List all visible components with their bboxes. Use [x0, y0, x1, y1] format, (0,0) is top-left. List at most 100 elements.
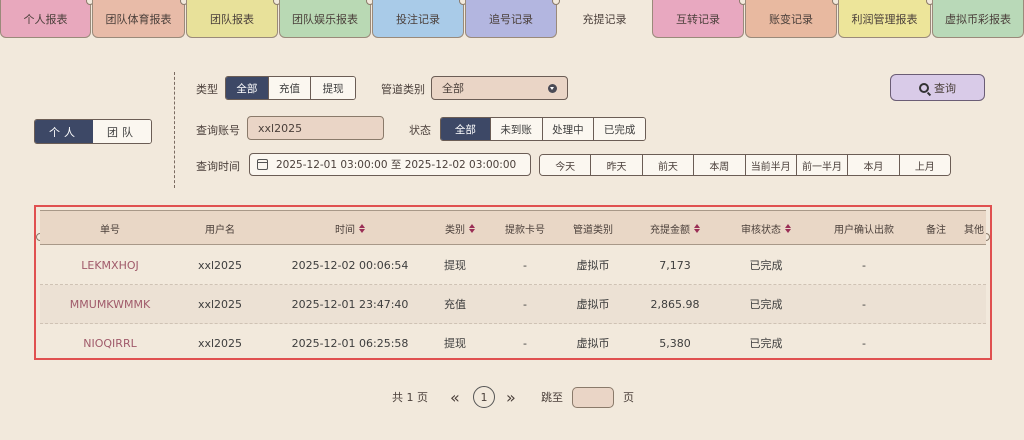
header-order-id: 单号 [100, 225, 120, 236]
cell-type: 充值 [444, 298, 466, 311]
header-other: 其他 [964, 225, 984, 236]
tab-label: 账变记录 [769, 12, 813, 26]
tab-bet-records[interactable]: 投注记录 [372, 0, 467, 38]
sort-icon [694, 224, 700, 233]
header-channel: 管道类别 [573, 225, 613, 236]
table-row: NIOQIRRL xxl2025 2025-12-01 06:25:58 提现 … [40, 324, 986, 363]
cell-order-id[interactable]: LEKMXHOJ [40, 246, 180, 284]
quick-this-month-button[interactable]: 本月 [848, 155, 900, 175]
tab-profit-management-report[interactable]: 利润管理报表 [838, 0, 934, 38]
cell-username: xxl2025 [197, 336, 243, 350]
cell-type: 提现 [444, 337, 466, 350]
tab-deposit-withdraw-records[interactable]: 充提记录 [558, 0, 651, 38]
table-row: LEKMXHOJ xxl2025 2025-12-02 00:06:54 提现 … [40, 246, 986, 285]
cell-channel: 虚拟币 [576, 259, 610, 272]
tab-crypto-lottery-report[interactable]: 虚拟币彩报表 [932, 0, 1024, 38]
quick-last-month-button[interactable]: 上月 [899, 155, 950, 175]
cell-order-id[interactable]: NIOQIRRL [40, 324, 180, 362]
cell-review-status: 已完成 [749, 259, 783, 272]
scope-personal-button[interactable]: 个人 [35, 120, 93, 143]
records-table: 单号 用户名 时间 类别 提款卡号 管道类别 充提金额 审核状态 用户确认出款 … [34, 205, 992, 360]
channel-select-value: 全部 [442, 82, 464, 95]
page-1-button[interactable]: 1 [473, 386, 495, 408]
status-completed-button[interactable]: 已完成 [594, 118, 645, 140]
header-review-status[interactable]: 审核状态 [720, 211, 812, 246]
page-suffix-label: 页 [623, 391, 634, 404]
cell-time: 2025-12-01 23:47:40 [291, 297, 409, 311]
tab-team-report[interactable]: 团队报表 [186, 0, 281, 38]
account-input[interactable]: xxl2025 [247, 116, 384, 140]
account-input-value: xxl2025 [258, 121, 303, 135]
cell-amount: 5,380 [659, 336, 691, 350]
tab-label: 团队报表 [210, 12, 254, 26]
quick-day-before-button[interactable]: 前天 [642, 155, 695, 175]
cell-type: 提现 [444, 259, 466, 272]
tab-label: 团队娱乐报表 [292, 12, 358, 26]
prev-page-icon[interactable]: « [450, 386, 460, 408]
jump-page-input[interactable] [572, 387, 614, 408]
tab-team-entertainment-report[interactable]: 团队娱乐报表 [279, 0, 374, 38]
tab-label: 充提记录 [582, 13, 627, 26]
type-segmented: 全部 充值 提现 [225, 76, 356, 100]
search-icon [919, 82, 929, 93]
query-button[interactable]: 查询 [890, 74, 985, 101]
header-user-confirm: 用户确认出款 [834, 225, 894, 236]
jump-label: 跳至 [541, 391, 563, 404]
scope-team-button[interactable]: 团队 [93, 120, 151, 143]
cell-time: 2025-12-02 00:06:54 [291, 258, 409, 272]
tab-label: 投注记录 [396, 12, 440, 26]
quick-today-button[interactable]: 今天 [540, 155, 592, 175]
status-not-arrived-button[interactable]: 未到账 [490, 118, 543, 140]
time-label: 查询时间 [196, 160, 240, 173]
cell-order-id[interactable]: MMUMKWMMK [40, 285, 180, 323]
header-card-number: 提款卡号 [505, 225, 545, 236]
type-label: 类型 [196, 83, 218, 96]
quick-this-week-button[interactable]: 本周 [694, 155, 746, 175]
scope-toggle: 个人 团队 [34, 119, 152, 144]
next-page-icon[interactable]: » [506, 386, 516, 408]
tab-transfer-records[interactable]: 互转记录 [652, 0, 747, 38]
tab-label: 利润管理报表 [851, 12, 918, 26]
cell-user-confirm: - [862, 297, 866, 311]
status-label: 状态 [409, 124, 431, 137]
tab-label: 团队体育报表 [105, 12, 172, 26]
quick-current-half-month-button[interactable]: 当前半月 [745, 155, 797, 175]
quick-previous-half-month-button[interactable]: 前一半月 [796, 155, 849, 175]
cell-amount: 7,173 [659, 258, 691, 272]
channel-select[interactable]: 全部 [431, 76, 568, 100]
header-amount[interactable]: 充提金额 [634, 211, 716, 246]
type-deposit-button[interactable]: 充值 [268, 77, 312, 99]
cell-channel: 虚拟币 [576, 337, 610, 350]
date-range-picker[interactable]: 2025-12-01 03:00:00 至 2025-12-02 03:00:0… [249, 153, 531, 176]
header-time[interactable]: 时间 [260, 211, 440, 246]
type-all-button[interactable]: 全部 [226, 77, 269, 99]
quick-range-buttons: 今天 昨天 前天 本周 当前半月 前一半月 本月 上月 [539, 154, 951, 176]
type-withdraw-button[interactable]: 提现 [311, 77, 355, 99]
header-type[interactable]: 类别 [430, 211, 490, 246]
tab-account-change-records[interactable]: 账变记录 [745, 0, 840, 38]
status-all-button[interactable]: 全部 [441, 118, 491, 140]
cell-channel: 虚拟币 [576, 298, 610, 311]
chevron-down-icon [548, 84, 557, 93]
tab-personal-report[interactable]: 个人报表 [0, 0, 94, 38]
status-segmented: 全部 未到账 处理中 已完成 [440, 117, 646, 141]
header-username: 用户名 [205, 225, 235, 236]
pagination-total: 共 1 页 [392, 391, 428, 404]
cell-card-number: - [523, 258, 527, 272]
tab-label: 互转记录 [676, 12, 720, 26]
tab-chase-records[interactable]: 追号记录 [465, 0, 560, 38]
quick-yesterday-button[interactable]: 昨天 [591, 155, 643, 175]
date-range-value: 2025-12-01 03:00:00 至 2025-12-02 03:00:0… [276, 159, 517, 171]
status-processing-button[interactable]: 处理中 [542, 118, 595, 140]
table-header: 单号 用户名 时间 类别 提款卡号 管道类别 充提金额 审核状态 用户确认出款 … [40, 210, 986, 245]
tab-label: 追号记录 [489, 12, 533, 26]
sort-icon [785, 224, 791, 233]
tab-team-sports-report[interactable]: 团队体育报表 [92, 0, 188, 38]
cell-user-confirm: - [862, 258, 866, 272]
report-tabs: 个人报表 团队体育报表 团队报表 团队娱乐报表 投注记录 追号记录 充提记录 互… [0, 0, 1024, 38]
channel-label: 管道类别 [381, 83, 425, 96]
cell-card-number: - [523, 336, 527, 350]
cell-time: 2025-12-01 06:25:58 [291, 336, 409, 350]
cell-card-number: - [523, 297, 527, 311]
sort-icon [359, 224, 365, 233]
